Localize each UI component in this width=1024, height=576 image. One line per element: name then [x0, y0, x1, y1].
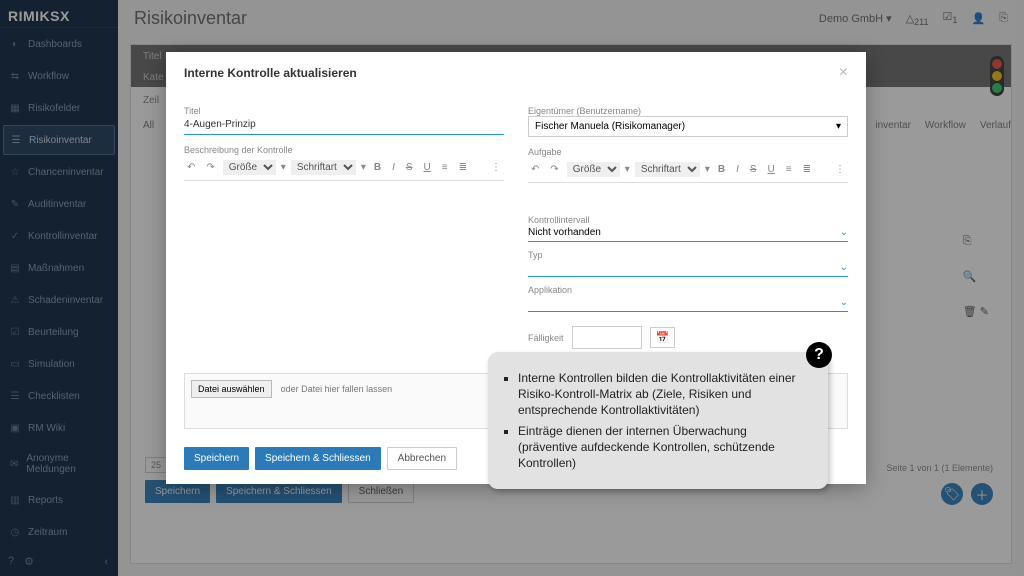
- help-bullet-1: Interne Kontrollen bilden die Kontrollak…: [518, 370, 808, 419]
- modal-title: Interne Kontrolle aktualisieren: [184, 66, 357, 80]
- aufgabe-label: Aufgabe: [528, 147, 848, 157]
- help-bullet-2: Einträge dienen der internen Überwachung…: [518, 423, 808, 472]
- kontrollintervall-value: Nicht vorhanden: [528, 227, 601, 238]
- upload-hint: oder Datei hier fallen lassen: [281, 384, 393, 394]
- underline-icon[interactable]: U: [765, 163, 778, 176]
- eigentumer-select[interactable]: Fischer Manuela (Risikomanager) ▾: [528, 116, 848, 137]
- save-button[interactable]: Speichern: [184, 447, 249, 470]
- bold-icon[interactable]: B: [371, 161, 384, 174]
- italic-icon[interactable]: I: [389, 161, 398, 174]
- rte-font-select-r[interactable]: Schriftart: [635, 162, 700, 177]
- save-close-button[interactable]: Speichern & Schliessen: [255, 447, 381, 470]
- chevron-down-icon: ⌄: [840, 262, 848, 273]
- rte-size-select[interactable]: Größe: [223, 160, 276, 175]
- italic-icon[interactable]: I: [733, 163, 742, 176]
- align-left-icon[interactable]: ≡: [783, 163, 795, 176]
- kontrollintervall-label: Kontrollintervall: [528, 215, 848, 225]
- align-center-icon[interactable]: ≣: [800, 163, 814, 176]
- modal-body: Titel Beschreibung der Kontrolle ↶ ↷ Grö…: [166, 94, 866, 361]
- modal-right-col: Eigentümer (Benutzername) Fischer Manuel…: [528, 100, 848, 349]
- titel-input[interactable]: [184, 116, 504, 135]
- applikation-label: Applikation: [528, 285, 848, 295]
- close-icon[interactable]: ×: [839, 64, 848, 82]
- calendar-icon[interactable]: 📅: [650, 327, 676, 348]
- rte-body-left[interactable]: [184, 181, 504, 205]
- bold-icon[interactable]: B: [715, 163, 728, 176]
- modal-header: Interne Kontrolle aktualisieren ×: [166, 52, 866, 94]
- chevron-down-icon: ⌄: [840, 297, 848, 308]
- eigentumer-label: Eigentümer (Benutzername): [528, 106, 848, 116]
- applikation-select[interactable]: ⌄: [528, 295, 848, 312]
- more-icon[interactable]: ⋮: [832, 163, 848, 176]
- eigentumer-value: Fischer Manuela (Risikomanager): [535, 121, 685, 132]
- align-left-icon[interactable]: ≡: [439, 161, 451, 174]
- faelligkeit-label: Fälligkeit: [528, 333, 564, 343]
- chevron-down-icon: ▾: [836, 121, 841, 132]
- undo-icon[interactable]: ↶: [528, 163, 542, 176]
- rte-size-select-r[interactable]: Größe: [567, 162, 620, 177]
- more-icon[interactable]: ⋮: [488, 161, 504, 174]
- strike-icon[interactable]: S: [747, 163, 760, 176]
- undo-icon[interactable]: ↶: [184, 161, 198, 174]
- file-select-button[interactable]: Datei auswählen: [191, 380, 272, 398]
- help-tooltip: ? Interne Kontrollen bilden die Kontroll…: [488, 352, 828, 489]
- rte-toolbar-right: ↶ ↷ Größe▾ Schriftart▾ B I S U ≡ ≣ ⋮: [528, 157, 848, 183]
- beschreibung-label: Beschreibung der Kontrolle: [184, 145, 504, 155]
- chevron-down-icon: ⌄: [840, 227, 848, 238]
- strike-icon[interactable]: S: [403, 161, 416, 174]
- modal-left-col: Titel Beschreibung der Kontrolle ↶ ↷ Grö…: [184, 100, 504, 349]
- faelligkeit-input[interactable]: [572, 326, 642, 349]
- help-badge-icon[interactable]: ?: [806, 342, 832, 368]
- redo-icon[interactable]: ↷: [203, 161, 217, 174]
- rte-font-select[interactable]: Schriftart: [291, 160, 356, 175]
- underline-icon[interactable]: U: [421, 161, 434, 174]
- typ-label: Typ: [528, 250, 848, 260]
- faelligkeit-row: Fälligkeit 📅: [528, 326, 848, 349]
- cancel-button[interactable]: Abbrechen: [387, 447, 457, 470]
- rte-body-right[interactable]: [528, 183, 848, 207]
- redo-icon[interactable]: ↷: [547, 163, 561, 176]
- titel-label: Titel: [184, 106, 504, 116]
- rte-toolbar-left: ↶ ↷ Größe▾ Schriftart▾ B I S U ≡ ≣ ⋮: [184, 155, 504, 181]
- kontrollintervall-select[interactable]: Nicht vorhanden ⌄: [528, 225, 848, 242]
- align-center-icon[interactable]: ≣: [456, 161, 470, 174]
- typ-select[interactable]: ⌄: [528, 260, 848, 277]
